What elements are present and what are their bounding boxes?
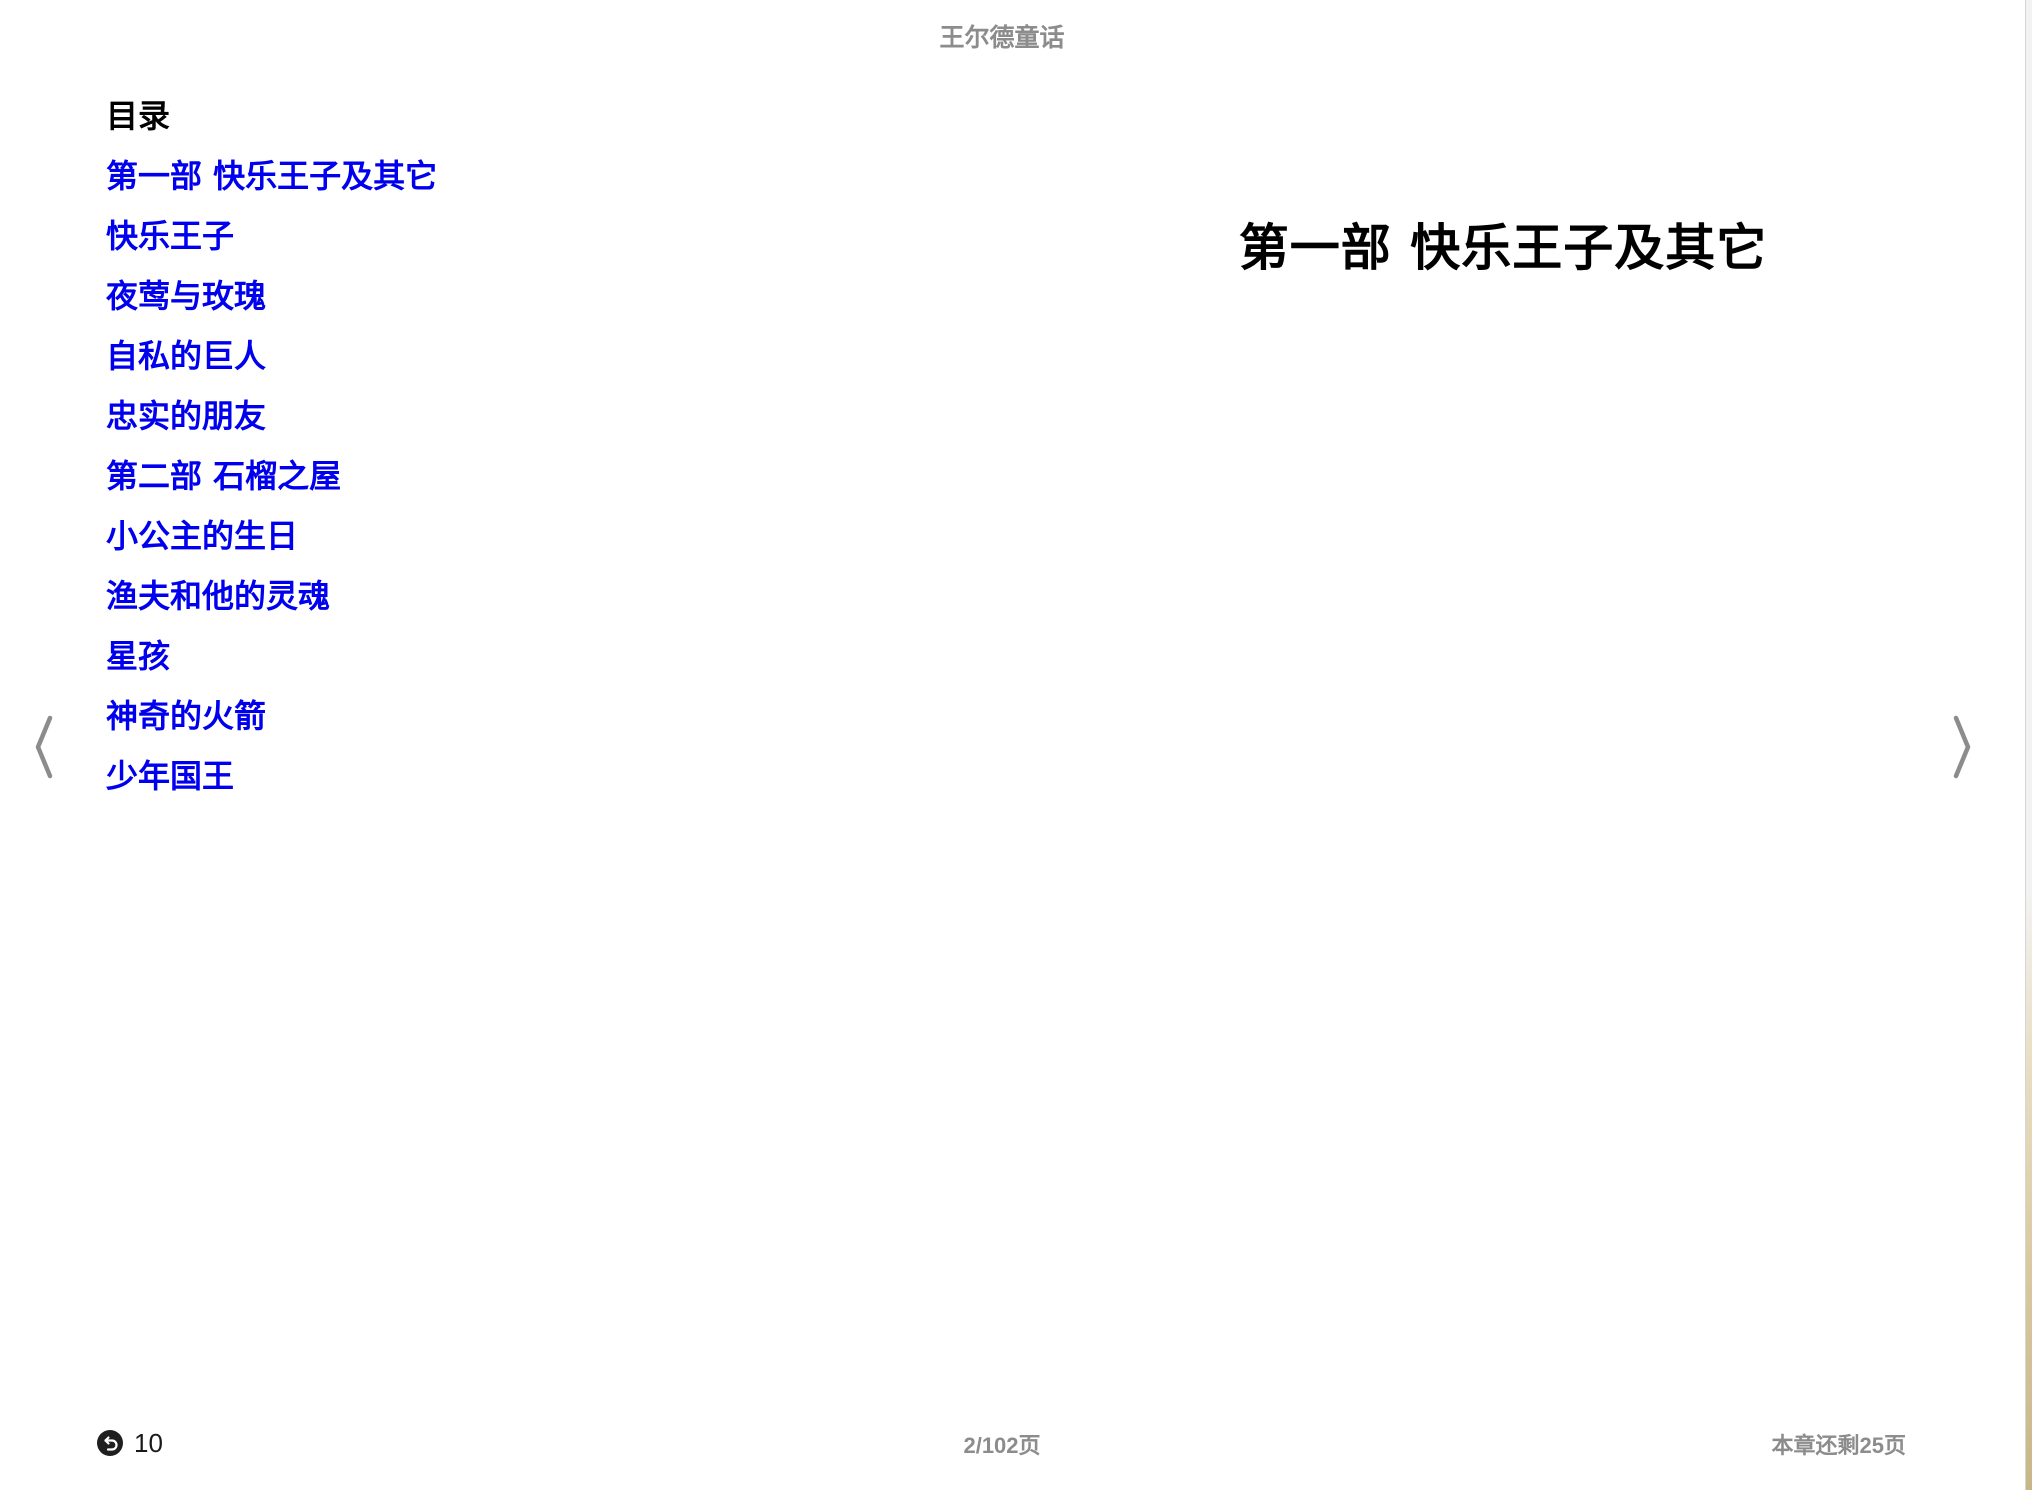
toc-item: 星孩: [106, 630, 437, 690]
toc-item: 渔夫和他的灵魂: [106, 570, 437, 630]
toc-list: 第一部 快乐王子及其它 快乐王子 夜莺与玫瑰 自私的巨人 忠实的朋友 第二部 石…: [106, 150, 437, 810]
table-of-contents: 目录 第一部 快乐王子及其它 快乐王子 夜莺与玫瑰 自私的巨人 忠实的朋友 第二…: [106, 90, 437, 810]
toc-link-part-two[interactable]: 第二部 石榴之屋: [106, 457, 341, 495]
toc-item: 第一部 快乐王子及其它: [106, 150, 437, 210]
toc-link-young-king[interactable]: 少年国王: [106, 757, 234, 795]
toc-item: 第二部 石榴之屋: [106, 450, 437, 510]
page-counter: 2/102页: [963, 1433, 1041, 1458]
toc-link-remarkable-rocket[interactable]: 神奇的火箭: [106, 697, 266, 735]
toc-item: 自私的巨人: [106, 330, 437, 390]
chapter-remaining: 本章还剩25页: [1771, 1433, 1906, 1458]
chevron-left-icon: [35, 715, 53, 779]
toc-item: 忠实的朋友: [106, 390, 437, 450]
toc-link-nightingale-and-rose[interactable]: 夜莺与玫瑰: [106, 277, 266, 315]
toc-link-part-one[interactable]: 第一部 快乐王子及其它: [106, 157, 437, 195]
previous-page-button[interactable]: [26, 712, 66, 782]
toc-link-devoted-friend[interactable]: 忠实的朋友: [106, 397, 266, 435]
toc-item: 神奇的火箭: [106, 690, 437, 750]
toc-link-birthday-of-infanta[interactable]: 小公主的生日: [106, 517, 298, 555]
toc-item: 少年国王: [106, 750, 437, 810]
toc-item: 夜莺与玫瑰: [106, 270, 437, 330]
toc-link-happy-prince[interactable]: 快乐王子: [106, 217, 234, 255]
chapter-title: 第一部 快乐王子及其它: [1238, 218, 1768, 277]
toc-item: 小公主的生日: [106, 510, 437, 570]
next-page-button[interactable]: [1940, 712, 1980, 782]
background-window-edge: [2026, 0, 2032, 1490]
left-page: 目录 第一部 快乐王子及其它 快乐王子 夜莺与玫瑰 自私的巨人 忠实的朋友 第二…: [0, 0, 1002, 1490]
right-page: 第一部 快乐王子及其它: [1002, 0, 2004, 1490]
toc-link-fisherman-and-soul[interactable]: 渔夫和他的灵魂: [106, 577, 330, 615]
toc-heading: 目录: [106, 97, 171, 135]
toc-link-selfish-giant[interactable]: 自私的巨人: [106, 337, 266, 375]
toc-item: 快乐王子: [106, 210, 437, 270]
toc-link-star-child[interactable]: 星孩: [106, 637, 170, 675]
chevron-right-icon: [1953, 715, 1971, 779]
